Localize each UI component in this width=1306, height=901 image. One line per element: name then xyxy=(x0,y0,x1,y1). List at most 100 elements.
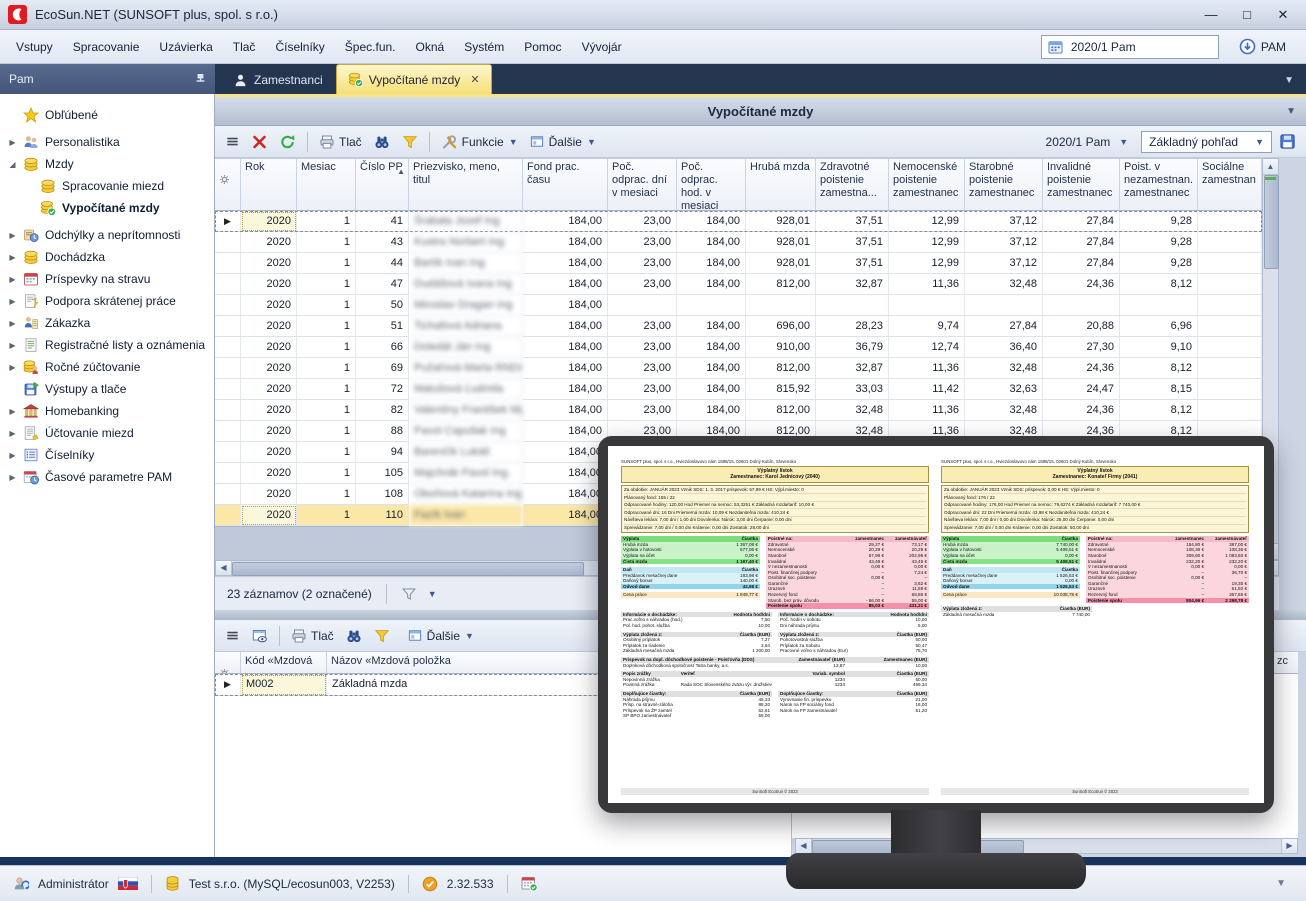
grid-cell[interactable]: 928,01 xyxy=(746,253,816,274)
grid-cell[interactable]: 2020 xyxy=(241,274,297,295)
grid-cell[interactable]: 2020 xyxy=(241,316,297,337)
close-tab-icon[interactable]: ✕ xyxy=(470,73,479,86)
grid-cell[interactable]: 768,00 xyxy=(687,674,792,696)
grid-cell[interactable] xyxy=(889,295,965,316)
sidebar-item--asov-parametre-pam[interactable]: ▶Časové parametre PAM xyxy=(0,466,214,488)
grid-cell[interactable] xyxy=(816,484,889,505)
column-header-priezvisko-meno-titul[interactable]: Priezvisko, meno, titul xyxy=(409,159,523,211)
table-row[interactable]: ▶2020141Šrabala Jozef Ing184,0023,00184,… xyxy=(215,211,1262,232)
grid-cell[interactable]: 69 xyxy=(356,358,409,379)
grid-cell[interactable]: 184,00 xyxy=(523,442,608,463)
grid-cell[interactable]: 94 xyxy=(356,442,409,463)
grid-cell[interactable] xyxy=(1198,274,1262,295)
column-header--slo-pp[interactable]: Číslo PP▲ xyxy=(356,159,409,211)
expander-icon[interactable]: ▶ xyxy=(7,429,18,438)
table-row[interactable]: ▶M002Základná mzda768,00 xyxy=(215,674,791,696)
grid-cell[interactable]: 28,23 xyxy=(816,316,889,337)
column-header-indicator[interactable] xyxy=(215,652,241,674)
grid-cell[interactable] xyxy=(1120,442,1198,463)
sidebar-item-z-kazka[interactable]: ▶Zákazka xyxy=(0,312,214,334)
grid-cell[interactable]: 1 xyxy=(297,211,356,232)
horizontal-scrollbar[interactable]: ◀ ▶ xyxy=(795,838,1298,854)
grid-cell[interactable]: 910,00 xyxy=(746,337,816,358)
grid-cell[interactable]: 32,48 xyxy=(965,400,1043,421)
pin-icon[interactable] xyxy=(195,73,206,85)
grid-cell[interactable] xyxy=(677,463,746,484)
grid-cell[interactable]: 27,84 xyxy=(1043,232,1120,253)
grid-cell[interactable]: 1 xyxy=(297,379,356,400)
menu-item-spracovanie[interactable]: Spracovanie xyxy=(63,36,150,58)
expander-icon[interactable]: ▶ xyxy=(7,473,18,482)
grid-cell[interactable]: 82 xyxy=(356,400,409,421)
table-row[interactable]: 2020188Pavol Capuliak Ing184,0023,00184,… xyxy=(215,421,1262,442)
table-row[interactable]: 2020182Valentíny František Mgr.184,0023,… xyxy=(215,400,1262,421)
preview-button[interactable] xyxy=(247,625,272,647)
grid-cell[interactable]: 1 xyxy=(297,274,356,295)
more-button[interactable]: Ďalšie▼ xyxy=(525,131,600,152)
maximize-button[interactable]: □ xyxy=(1232,7,1262,23)
grid-cell[interactable]: 1 xyxy=(297,400,356,421)
grid-cell[interactable]: 23,00 xyxy=(608,274,677,295)
expander-icon[interactable]: ▶ xyxy=(7,138,18,147)
grid-cell[interactable]: 1 xyxy=(297,358,356,379)
grid-cell[interactable] xyxy=(746,442,816,463)
column-header-indicator[interactable] xyxy=(215,159,241,211)
grid-cell[interactable]: Oboňová Katarína Ing. xyxy=(409,484,523,505)
grid-cell[interactable]: 812,00 xyxy=(746,400,816,421)
more-button[interactable]: Ďalšie▼ xyxy=(403,625,478,646)
grid-cell[interactable]: 27,30 xyxy=(1043,337,1120,358)
grid-cell[interactable]: 105 xyxy=(356,463,409,484)
table-row[interactable]: 20201105Majchrák Pavol Ing.184,00 xyxy=(215,463,1262,484)
column-header-zdravotn-poistenie-zamestna-[interactable]: Zdravotné poistenie zamestna... xyxy=(816,159,889,211)
column-header-k-d-mzdov-[interactable]: Kód «Mzdová ... xyxy=(241,652,327,674)
grid-cell[interactable]: 184,00 xyxy=(523,505,608,526)
gear-icon[interactable] xyxy=(219,174,236,185)
grid-cell[interactable]: 37,12 xyxy=(965,211,1043,232)
grid-cell[interactable] xyxy=(677,295,746,316)
grid-cell[interactable]: 184,00 xyxy=(677,400,746,421)
grid-cell[interactable]: 37,51 xyxy=(816,232,889,253)
grid-cell[interactable]: 23,00 xyxy=(608,253,677,274)
grid-cell[interactable] xyxy=(889,505,965,526)
scroll-left-icon[interactable]: ◀ xyxy=(216,561,232,575)
expander-icon[interactable]: ▶ xyxy=(7,407,18,416)
scroll-left-icon[interactable]: ◀ xyxy=(796,839,812,853)
grid-cell[interactable]: 27,84 xyxy=(1043,211,1120,232)
table-row[interactable]: 20201110Fazík Ivan184,00 xyxy=(215,505,1262,526)
grid-cell[interactable]: 8,15 xyxy=(1120,379,1198,400)
minimize-button[interactable]: — xyxy=(1196,7,1226,23)
menu-item-okn[interactable]: Okná xyxy=(406,36,455,58)
grid-cell[interactable]: 812,00 xyxy=(746,274,816,295)
grid-cell[interactable]: 32,63 xyxy=(965,379,1043,400)
grid-cell[interactable] xyxy=(608,442,677,463)
grid-cell[interactable]: 11,36 xyxy=(889,400,965,421)
grid-cell[interactable] xyxy=(1198,253,1262,274)
column-header-starobn-poistenie-zamestnane[interactable]: Starobné poistenie zamestnanec xyxy=(965,159,1043,211)
grid-cell[interactable]: 2020 xyxy=(241,400,297,421)
grid-cell[interactable] xyxy=(816,505,889,526)
grid-cell[interactable]: 2020 xyxy=(241,484,297,505)
column-header-rok[interactable]: Rok xyxy=(241,159,297,211)
grid-cell[interactable] xyxy=(1120,295,1198,316)
sidebar-item-odch-lky-a-nepr-tomnosti[interactable]: ▶Odchýlky a neprítomnosti xyxy=(0,224,214,246)
grid-cell[interactable]: 37,12 xyxy=(965,232,1043,253)
scrollbar-thumb[interactable] xyxy=(1264,175,1279,269)
grid-cell[interactable]: 184,00 xyxy=(523,400,608,421)
grid-cell[interactable]: 110 xyxy=(356,505,409,526)
grid-cell[interactable] xyxy=(1198,421,1262,442)
grid-cell[interactable]: 32,87 xyxy=(816,358,889,379)
grid-cell[interactable]: 2020 xyxy=(241,211,297,232)
sidebar-item--tovanie-miezd[interactable]: ▶Účtovanie miezd xyxy=(0,422,214,444)
table-row[interactable]: 2020150Miroslav Dragan Ing184,00 xyxy=(215,295,1262,316)
grid-cell[interactable] xyxy=(746,295,816,316)
column-header-po-odprac-dn-v-mesiaci[interactable]: Poč. odprac. dní v mesiaci xyxy=(608,159,677,211)
grid-cell[interactable]: 184,00 xyxy=(677,316,746,337)
filter-button[interactable] xyxy=(398,131,422,153)
grid-cell[interactable]: Kustra Norbert Ing. xyxy=(409,232,523,253)
vertical-scrollbar[interactable]: ▲ ▼ xyxy=(1262,158,1279,560)
grid-cell[interactable]: Fazík Ivan xyxy=(409,505,523,526)
grid-cell[interactable]: 184,00 xyxy=(523,295,608,316)
grid-cell[interactable]: 11,42 xyxy=(889,379,965,400)
grid-cell[interactable] xyxy=(1198,232,1262,253)
expander-icon[interactable]: ▶ xyxy=(7,253,18,262)
